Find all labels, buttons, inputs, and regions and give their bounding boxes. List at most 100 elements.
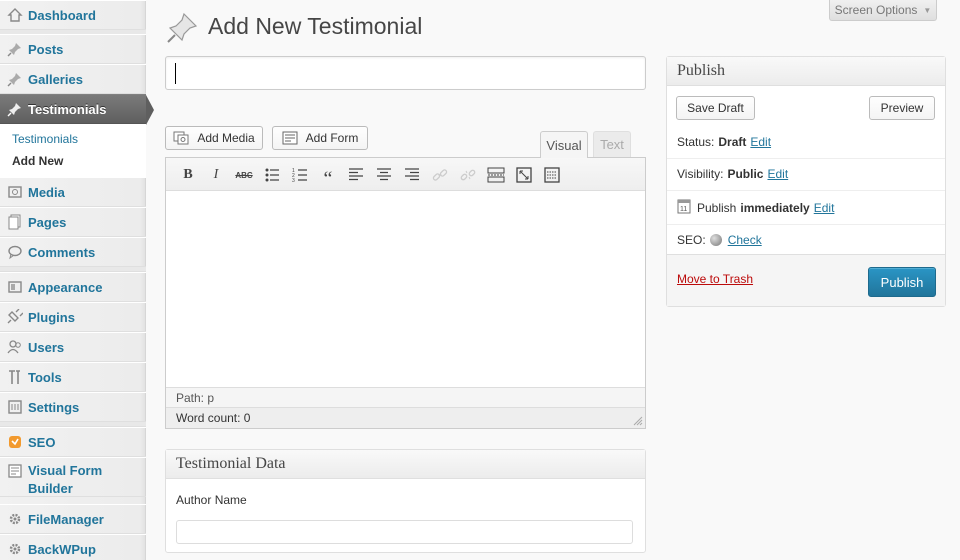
numbered-list-icon[interactable]: 123 bbox=[290, 165, 310, 185]
gear-icon bbox=[6, 540, 24, 558]
edit-publish-date-link[interactable]: Edit bbox=[814, 201, 835, 215]
screen-options-label: Screen Options bbox=[834, 3, 918, 17]
fullscreen-icon[interactable] bbox=[514, 165, 534, 185]
author-name-label: Author Name bbox=[176, 493, 247, 507]
align-left-icon[interactable] bbox=[346, 165, 366, 185]
pushpin-icon bbox=[6, 70, 24, 88]
sidebar-item-label: Galleries bbox=[28, 71, 83, 87]
sidebar-item-settings[interactable]: Settings bbox=[0, 392, 146, 422]
author-name-input[interactable] bbox=[176, 520, 633, 544]
sidebar-item-users[interactable]: Users bbox=[0, 332, 146, 362]
publish-box: Publish Save Draft Preview Status: Draft… bbox=[666, 56, 946, 307]
sidebar-item-visual-form-builder[interactable]: Visual Form Builder bbox=[0, 457, 146, 497]
post-title-input[interactable] bbox=[165, 56, 646, 90]
text-caret bbox=[175, 63, 176, 84]
publish-date-row: 11 Publish immediately Edit bbox=[677, 198, 834, 217]
bold-icon[interactable]: B bbox=[178, 165, 198, 185]
blockquote-icon[interactable]: “ bbox=[318, 165, 338, 190]
seo-label: SEO: bbox=[677, 233, 706, 247]
svg-text:11: 11 bbox=[680, 206, 687, 213]
pages-icon bbox=[6, 213, 24, 231]
sidebar-item-posts[interactable]: Posts bbox=[0, 34, 146, 64]
sidebar-item-media[interactable]: Media bbox=[0, 177, 146, 207]
add-form-label: Add Form bbox=[305, 131, 359, 145]
sidebar-item-dashboard[interactable]: Dashboard bbox=[0, 0, 146, 30]
publish-button[interactable]: Publish bbox=[868, 267, 936, 297]
comments-icon bbox=[6, 243, 24, 261]
sidebar-item-seo[interactable]: SEO bbox=[0, 427, 146, 457]
word-count: Word count: 0 bbox=[166, 407, 645, 428]
sidebar-item-label: Users bbox=[28, 339, 65, 355]
divider bbox=[667, 224, 945, 225]
page-title: Add New Testimonial bbox=[208, 13, 423, 39]
visibility-label: Visibility: bbox=[677, 167, 724, 181]
add-media-button[interactable]: Add Media bbox=[165, 126, 263, 150]
seo-icon bbox=[6, 433, 24, 451]
sidebar-item-pages[interactable]: Pages bbox=[0, 207, 146, 237]
preview-button[interactable]: Preview bbox=[869, 96, 935, 120]
sidebar-item-label: Posts bbox=[28, 41, 64, 57]
bullet-list-icon[interactable] bbox=[262, 165, 282, 185]
toolbar-toggle-icon[interactable] bbox=[542, 165, 562, 185]
form-icon bbox=[6, 462, 24, 480]
publish-date-label: Publish bbox=[697, 200, 737, 215]
pushpin-icon bbox=[167, 12, 198, 43]
users-icon bbox=[6, 338, 24, 356]
seo-row: SEO: Check bbox=[677, 233, 762, 247]
tab-text[interactable]: Text bbox=[593, 131, 631, 157]
sidebar-item-appearance[interactable]: Appearance bbox=[0, 272, 146, 302]
sidebar-item-backwpup[interactable]: BackWPup bbox=[0, 534, 146, 560]
add-form-button[interactable]: Add Form bbox=[272, 126, 368, 150]
sidebar-item-label: Tools bbox=[28, 369, 62, 385]
submenu-item-add-new[interactable]: Add New bbox=[12, 154, 63, 168]
resize-handle-icon[interactable] bbox=[633, 416, 643, 426]
edit-status-link[interactable]: Edit bbox=[750, 135, 771, 149]
sidebar-item-label: Dashboard bbox=[28, 7, 96, 23]
italic-icon[interactable]: I bbox=[206, 165, 226, 185]
insert-link-icon[interactable] bbox=[430, 165, 450, 185]
gear-icon bbox=[6, 510, 24, 528]
sidebar-item-galleries[interactable]: Galleries bbox=[0, 64, 146, 94]
strikethrough-icon[interactable]: ABC bbox=[234, 165, 254, 185]
sidebar-item-plugins[interactable]: Plugins bbox=[0, 302, 146, 332]
unlink-icon[interactable] bbox=[458, 165, 478, 185]
testimonial-data-box: Testimonial Data Author Name bbox=[165, 449, 646, 553]
editor-content-area[interactable] bbox=[166, 191, 645, 387]
sidebar-item-testimonials[interactable]: Testimonials bbox=[0, 94, 154, 125]
divider bbox=[667, 190, 945, 191]
sidebar-item-filemanager[interactable]: FileManager bbox=[0, 504, 146, 534]
svg-text:3: 3 bbox=[292, 178, 295, 183]
sidebar-item-label: Plugins bbox=[28, 309, 75, 325]
sidebar-item-label: Settings bbox=[28, 399, 80, 415]
testimonials-submenu: Testimonials Add New bbox=[0, 124, 146, 178]
insert-more-icon[interactable] bbox=[486, 165, 506, 185]
editor-path: Path: p bbox=[166, 387, 645, 407]
add-media-label: Add Media bbox=[197, 131, 255, 145]
seo-check-link[interactable]: Check bbox=[728, 233, 762, 247]
plugins-icon bbox=[6, 308, 24, 326]
edit-visibility-link[interactable]: Edit bbox=[767, 167, 788, 181]
sidebar-item-comments[interactable]: Comments bbox=[0, 237, 146, 267]
sidebar-item-label: Visual Form Builder bbox=[28, 463, 103, 496]
status-label: Status: bbox=[677, 135, 715, 149]
sidebar-item-label: FileManager bbox=[28, 511, 104, 527]
save-draft-button[interactable]: Save Draft bbox=[676, 96, 755, 120]
screen-options-button[interactable]: Screen Options ▼ bbox=[829, 0, 937, 21]
align-center-icon[interactable] bbox=[374, 165, 394, 185]
sidebar-item-label: Pages bbox=[28, 214, 67, 230]
visibility-value: Public bbox=[727, 167, 764, 181]
publish-box-title: Publish bbox=[667, 57, 945, 86]
media-icon bbox=[6, 183, 24, 201]
admin-sidebar: Dashboard Posts Galleries Testimonials T… bbox=[0, 0, 154, 560]
pushpin-icon bbox=[6, 100, 24, 118]
form-icon bbox=[282, 131, 298, 145]
divider bbox=[667, 158, 945, 159]
align-right-icon[interactable] bbox=[402, 165, 422, 185]
move-to-trash-link[interactable]: Move to Trash bbox=[677, 272, 753, 286]
pushpin-icon bbox=[6, 40, 24, 58]
tab-visual[interactable]: Visual bbox=[540, 131, 588, 158]
submenu-item-testimonials[interactable]: Testimonials bbox=[12, 132, 78, 146]
testimonial-data-title: Testimonial Data bbox=[166, 450, 645, 479]
triangle-down-icon: ▼ bbox=[923, 5, 932, 15]
sidebar-item-tools[interactable]: Tools bbox=[0, 362, 146, 392]
